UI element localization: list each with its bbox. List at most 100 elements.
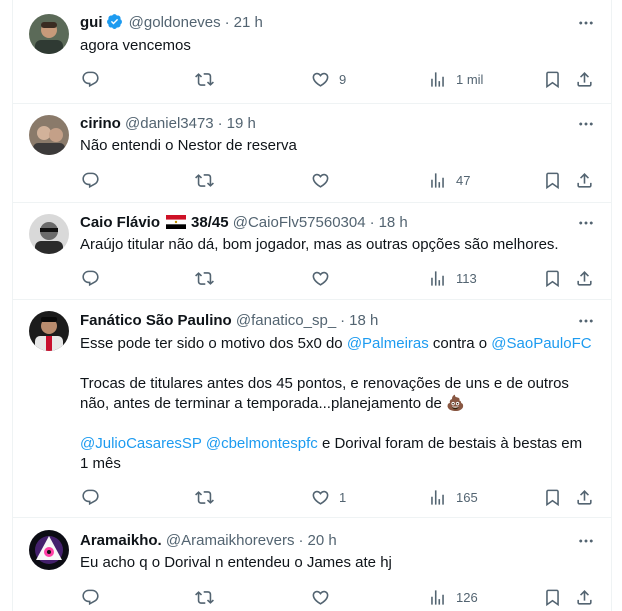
views-button[interactable]: 126 [428,587,478,607]
retweet-button[interactable] [195,170,214,190]
views-count: 1 mil [456,71,484,87]
retweet-icon [195,269,214,288]
display-name[interactable]: Aramaikho. [80,532,162,549]
more-icon[interactable] [577,115,595,133]
tweet-actions: 1 165 [69,487,599,507]
display-name[interactable]: Fanático São Paulino [80,312,232,329]
timestamp[interactable]: 18 h [379,214,408,231]
views-icon [428,269,447,288]
mention-link[interactable]: @cbelmontespfc [206,435,318,452]
like-button[interactable] [311,268,330,288]
retweet-icon [195,171,214,190]
tweet-header: Fanático São Paulino @fanatico_sp_ · 18 h [80,312,379,329]
retweet-button[interactable] [195,587,214,607]
like-icon [311,269,330,288]
display-name-suffix: 38/45 [191,214,229,231]
views-button[interactable]: 47 [428,170,470,190]
timestamp[interactable]: 18 h [349,312,378,329]
more-icon[interactable] [577,532,595,550]
avatar[interactable] [29,214,69,254]
bookmark-button[interactable] [543,170,562,190]
views-count: 113 [456,270,477,286]
retweet-button[interactable] [195,69,214,89]
retweet-button[interactable] [195,268,214,288]
views-button[interactable]: 1 mil [428,69,483,89]
tweet-text: agora vencemos [80,37,191,54]
share-button[interactable] [575,587,594,607]
tweet-actions: 47 [69,170,599,190]
tweet-feed: gui @goldoneves · 21 h agora vencemos 9 1 … [12,0,612,611]
reply-button[interactable] [81,69,100,89]
user-handle[interactable]: @Aramaikhorevers [166,532,295,549]
bookmark-button[interactable] [543,487,562,507]
display-name[interactable]: Caio Flávio [80,214,160,231]
share-button[interactable] [575,170,594,190]
user-handle[interactable]: @CaioFlv57560304 [233,214,366,231]
bookmark-icon [543,488,562,507]
like-icon [311,70,330,89]
more-icon[interactable] [577,214,595,232]
like-icon [311,171,330,190]
reply-button[interactable] [81,268,100,288]
avatar[interactable] [29,530,69,570]
display-name[interactable]: cirino [80,115,121,132]
tweet-header: Aramaikho. @Aramaikhorevers · 20 h [80,532,337,549]
bookmark-button[interactable] [543,69,562,89]
avatar[interactable] [29,115,69,155]
views-button[interactable]: 165 [428,487,478,507]
avatar[interactable] [29,14,69,54]
like-button[interactable] [311,587,330,607]
retweet-icon [195,588,214,607]
views-icon [428,171,447,190]
timestamp[interactable]: 19 h [227,115,256,132]
views-icon [428,588,447,607]
tweet-item[interactable]: gui @goldoneves · 21 h agora vencemos 9 1 … [13,0,611,104]
retweet-icon [195,488,214,507]
tweet-item[interactable]: Fanático São Paulino @fanatico_sp_ · 18 h … [13,299,611,518]
bookmark-icon [543,171,562,190]
tweet-header: cirino @daniel3473 · 19 h [80,115,256,132]
flag-icon [166,215,187,229]
more-icon[interactable] [577,312,595,330]
display-name[interactable]: gui [80,14,103,31]
like-count: 9 [339,71,347,87]
share-button[interactable] [575,69,594,89]
bookmark-button[interactable] [543,587,562,607]
mention-link[interactable]: @JulioCasaresSP [80,435,202,452]
bookmark-button[interactable] [543,268,562,288]
like-button[interactable] [311,170,330,190]
share-icon [575,70,594,89]
verified-badge-icon [106,14,122,29]
timestamp[interactable]: 20 h [307,532,336,549]
share-icon [575,488,594,507]
reply-icon [81,588,100,607]
user-handle[interactable]: @goldoneves [129,14,221,31]
user-handle[interactable]: @fanatico_sp_ [236,312,336,329]
like-icon [311,488,330,507]
share-icon [575,588,594,607]
views-button[interactable]: 113 [428,268,477,288]
tweet-item[interactable]: Aramaikho. @Aramaikhorevers · 20 h Eu acho… [13,517,611,611]
mention-link[interactable]: @Palmeiras [347,335,429,352]
like-count: 1 [339,489,347,505]
like-button[interactable]: 1 [311,487,346,507]
mention-link[interactable]: @SaoPauloFC [491,335,591,352]
reply-button[interactable] [81,170,100,190]
reply-button[interactable] [81,587,100,607]
tweet-item[interactable]: Caio Flávio 38/45 @CaioFlv57560304 · 18 h A… [13,202,611,300]
more-icon[interactable] [577,14,595,32]
retweet-button[interactable] [195,487,214,507]
share-button[interactable] [575,268,594,288]
tweet-item[interactable]: cirino @daniel3473 · 19 h Não entendi o Ne… [13,103,611,203]
like-button[interactable]: 9 [311,69,346,89]
views-icon [428,488,447,507]
timestamp[interactable]: 21 h [234,14,263,31]
reply-icon [81,269,100,288]
reply-icon [81,171,100,190]
user-handle[interactable]: @daniel3473 [125,115,214,132]
share-button[interactable] [575,487,594,507]
avatar[interactable] [29,311,69,351]
reply-button[interactable] [81,487,100,507]
bookmark-icon [543,269,562,288]
tweet-text: Não entendi o Nestor de reserva [80,137,297,154]
